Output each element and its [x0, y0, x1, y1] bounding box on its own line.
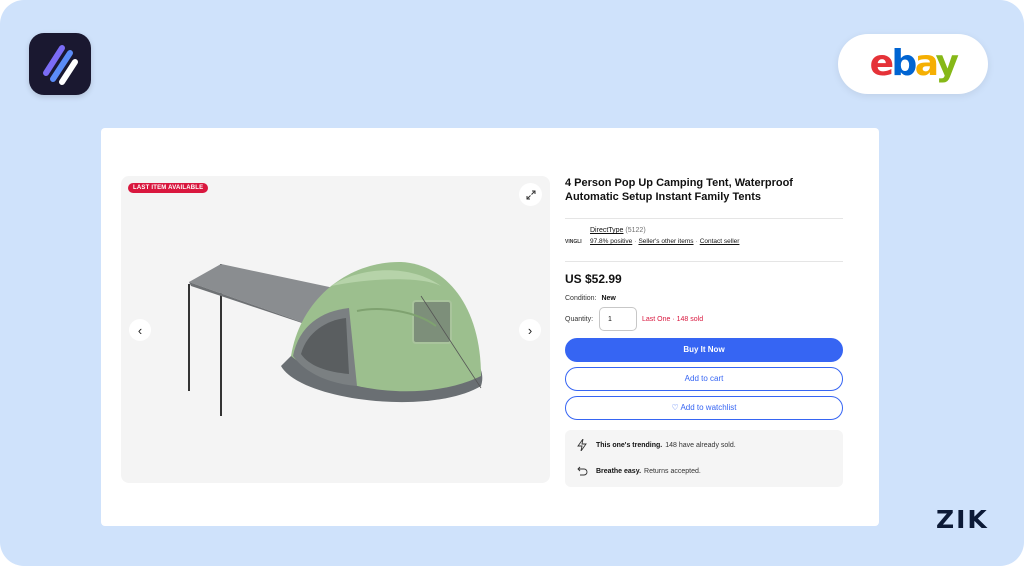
zik-watermark: ZIK [936, 505, 989, 534]
listing-card: LAST ITEM AVAILABLE ‹ › 4 Person Pop Up … [101, 128, 879, 526]
return-arrow-icon [575, 464, 589, 478]
last-item-badge: LAST ITEM AVAILABLE [128, 183, 209, 193]
stock-note: Last One · 148 sold [642, 316, 704, 323]
add-to-cart-button[interactable]: Add to cart [565, 367, 843, 391]
seller-info: VINGLI DirectType (5122) 97.8% positive ·… [565, 227, 843, 261]
add-to-watchlist-button[interactable]: ♡ Add to watchlist [565, 396, 843, 420]
next-image-button[interactable]: › [519, 319, 541, 341]
trending-info: This one's trending. 148 have already so… [575, 438, 736, 452]
returns-info: Breathe easy. Returns accepted. [575, 464, 701, 478]
condition-value: New [601, 295, 616, 302]
ebay-letter-b: b [891, 43, 917, 84]
buy-it-now-button[interactable]: Buy It Now [565, 338, 843, 362]
divider [565, 261, 843, 262]
expand-icon [526, 190, 535, 199]
chevron-left-icon: ‹ [137, 322, 143, 338]
seller-name-link[interactable]: DirectType [590, 227, 623, 234]
seller-other-items-link[interactable]: Seller's other items [638, 238, 693, 245]
condition-label: Condition: [565, 295, 597, 302]
contact-seller-link[interactable]: Contact seller [700, 238, 740, 245]
ebay-logo: ebay [838, 34, 988, 94]
quantity-input[interactable]: 1 [599, 307, 637, 331]
info-box: This one's trending. 148 have already so… [565, 430, 843, 487]
chevron-right-icon: › [527, 322, 533, 338]
seller-name-row: DirectType (5122) [590, 227, 646, 234]
returns-bold-text: Breathe easy. [596, 467, 642, 475]
app-logo-icon [29, 33, 91, 95]
trending-text: 148 have already sold. [665, 441, 736, 449]
ebay-letter-y: y [935, 43, 958, 84]
promo-background: ebay LAST ITEM AVAILABLE ‹ › 4 Person Po… [0, 0, 1024, 566]
quantity-row: Quantity: 1 Last One · 148 sold [565, 307, 843, 331]
separator-dot: · [634, 238, 637, 245]
lightning-icon [575, 438, 589, 452]
seller-logo: VINGLI [565, 239, 582, 245]
seller-links: 97.8% positive · Seller's other items · Cont… [590, 238, 739, 245]
seller-positive-link[interactable]: 97.8% positive [590, 238, 632, 245]
tent-product-image [188, 261, 483, 416]
listing-details: 4 Person Pop Up Camping Tent, Waterproof… [565, 176, 843, 487]
price: US $52.99 [565, 272, 622, 286]
image-gallery[interactable]: LAST ITEM AVAILABLE ‹ › [121, 176, 550, 483]
returns-text: Returns accepted. [644, 467, 701, 475]
listing-title: 4 Person Pop Up Camping Tent, Waterproof… [565, 177, 793, 203]
divider [565, 218, 843, 219]
ebay-letter-a: a [914, 43, 938, 84]
trending-bold-text: This one's trending. [596, 441, 663, 449]
quantity-label: Quantity: [565, 316, 594, 323]
expand-button[interactable] [519, 183, 542, 206]
seller-feedback-count: (5122) [625, 227, 646, 234]
ebay-letter-e: e [869, 43, 894, 84]
previous-image-button[interactable]: ‹ [129, 319, 151, 341]
condition-row: Condition: New [565, 295, 843, 302]
separator-dot: · [695, 238, 698, 245]
